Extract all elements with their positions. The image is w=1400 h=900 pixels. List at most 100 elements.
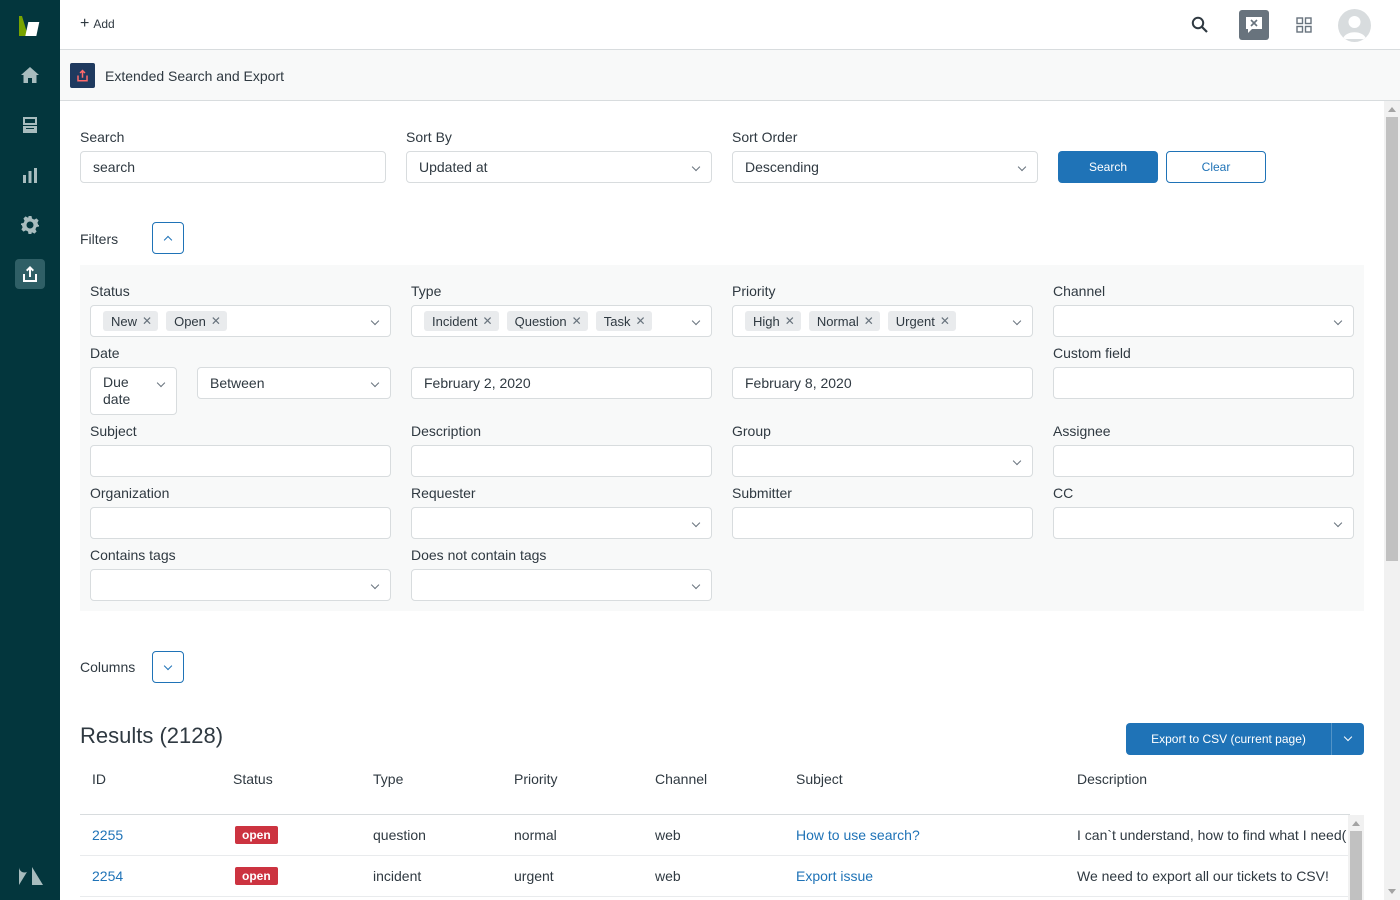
export-csv-button[interactable]: Export to CSV (current page): [1126, 723, 1332, 755]
column-header-priority[interactable]: Priority: [514, 771, 558, 787]
scroll-down-arrow-icon[interactable]: [1388, 889, 1396, 894]
user-avatar[interactable]: [1338, 9, 1371, 42]
submitter-input[interactable]: [732, 507, 1033, 539]
not-contains-tags-select[interactable]: [411, 569, 712, 601]
ticket-subject-link[interactable]: Export issue: [796, 868, 873, 884]
remove-tag-icon[interactable]: ✕: [211, 314, 221, 328]
type-tag[interactable]: Question ✕: [506, 311, 588, 331]
columns-expand-button[interactable]: [152, 651, 184, 683]
global-search-button[interactable]: [1185, 10, 1215, 40]
type-tag[interactable]: Task ✕: [595, 311, 652, 331]
type-multiselect[interactable]: Incident ✕ Question ✕ Task ✕: [411, 305, 712, 337]
app-title: Extended Search and Export: [105, 68, 285, 84]
channel-label: Channel: [1053, 283, 1106, 299]
table-scrollbar-thumb[interactable]: [1350, 831, 1362, 900]
search-input[interactable]: search: [80, 151, 386, 183]
ticket-subject-link[interactable]: How to use search?: [796, 827, 920, 843]
nav-admin[interactable]: [15, 210, 45, 240]
remove-tag-icon[interactable]: ✕: [785, 314, 795, 328]
contains-tags-select[interactable]: [90, 569, 391, 601]
column-header-type[interactable]: Type: [373, 771, 403, 787]
table-row[interactable]: 2255 open question normal web How to use…: [80, 815, 1350, 856]
remove-tag-icon[interactable]: ✕: [483, 314, 493, 328]
contains-tags-label: Contains tags: [90, 547, 176, 563]
products-button[interactable]: [1289, 10, 1319, 40]
conversations-button[interactable]: [1239, 10, 1269, 40]
group-select[interactable]: [732, 445, 1033, 477]
add-button[interactable]: + Add: [80, 15, 115, 32]
search-input-value: search: [93, 159, 136, 175]
date-to-input[interactable]: February 8, 2020: [732, 367, 1033, 399]
date-field-select[interactable]: Due date: [90, 367, 177, 415]
channel-select[interactable]: [1053, 305, 1354, 337]
search-icon: [1191, 16, 1208, 33]
requester-select[interactable]: [411, 507, 712, 539]
main-content: Search search Sort By Updated at Sort Or…: [60, 101, 1384, 900]
side-navigation: [0, 0, 60, 900]
priority-tag[interactable]: Normal ✕: [808, 311, 880, 331]
scroll-up-arrow-icon[interactable]: [1352, 821, 1360, 826]
assignee-input[interactable]: [1053, 445, 1354, 477]
export-split-button: Export to CSV (current page): [1126, 723, 1364, 755]
remove-tag-icon[interactable]: ✕: [635, 314, 645, 328]
remove-tag-icon[interactable]: ✕: [940, 314, 950, 328]
status-tag[interactable]: New ✕: [103, 311, 159, 331]
status-tag[interactable]: Open ✕: [166, 311, 227, 331]
search-button[interactable]: Search: [1058, 151, 1158, 183]
nav-extended-search-app[interactable]: [15, 259, 45, 289]
priority-tag-label: Urgent: [895, 313, 935, 329]
page-scrollbar-thumb[interactable]: [1386, 117, 1398, 561]
group-label: Group: [732, 423, 771, 439]
type-label: Type: [411, 283, 442, 299]
column-header-subject[interactable]: Subject: [796, 771, 843, 787]
remove-tag-icon[interactable]: ✕: [572, 314, 582, 328]
nav-views[interactable]: [15, 110, 45, 140]
column-header-description[interactable]: Description: [1077, 771, 1147, 787]
chevron-down-icon: [370, 580, 380, 590]
custom-field-input[interactable]: [1053, 367, 1354, 399]
cc-label: CC: [1053, 485, 1074, 501]
date-from-input[interactable]: February 2, 2020: [411, 367, 712, 399]
date-operator-select[interactable]: Between: [197, 367, 391, 399]
column-header-status[interactable]: Status: [233, 771, 273, 787]
remove-tag-icon[interactable]: ✕: [142, 314, 152, 328]
ticket-channel: web: [655, 827, 681, 843]
description-input[interactable]: [411, 445, 712, 477]
priority-tag[interactable]: Urgent ✕: [887, 311, 956, 331]
filters-collapse-button[interactable]: [152, 222, 184, 254]
product-logo-icon[interactable]: [16, 14, 44, 38]
ticket-id-link[interactable]: 2255: [92, 827, 123, 843]
filters-title: Filters: [80, 231, 119, 247]
table-scrollbar[interactable]: [1348, 815, 1364, 900]
export-options-button[interactable]: [1332, 723, 1364, 755]
clear-button[interactable]: Clear: [1166, 151, 1266, 183]
subject-input[interactable]: [90, 445, 391, 477]
filters-panel: Status New ✕ Open ✕ Type Incident ✕ Questio…: [80, 265, 1364, 611]
date-label: Date: [90, 345, 120, 361]
ticket-id-link[interactable]: 2254: [92, 868, 123, 884]
status-multiselect[interactable]: New ✕ Open ✕: [90, 305, 391, 337]
priority-tag-label: Normal: [816, 313, 859, 329]
ticket-priority: normal: [514, 827, 557, 843]
column-header-id[interactable]: ID: [92, 771, 106, 787]
priority-tag[interactable]: High ✕: [745, 311, 801, 331]
table-row[interactable]: 2254 open incident urgent web Export iss…: [80, 856, 1350, 897]
column-header-channel[interactable]: Channel: [655, 771, 707, 787]
nav-home[interactable]: [15, 60, 45, 90]
nav-reporting[interactable]: [15, 160, 45, 190]
date-to-value: February 8, 2020: [745, 375, 852, 391]
cc-select[interactable]: [1053, 507, 1354, 539]
page-scrollbar[interactable]: [1384, 101, 1400, 900]
remove-tag-icon[interactable]: ✕: [864, 314, 874, 328]
ticket-description: We need to export all our tickets to CSV…: [1077, 868, 1329, 884]
ticket-channel: web: [655, 868, 681, 884]
type-tag[interactable]: Incident ✕: [424, 311, 499, 331]
plus-icon: +: [80, 15, 90, 32]
organization-input[interactable]: [90, 507, 391, 539]
priority-multiselect[interactable]: High ✕ Normal ✕ Urgent ✕: [732, 305, 1033, 337]
scroll-up-arrow-icon[interactable]: [1388, 107, 1396, 112]
sort-by-select[interactable]: Updated at: [406, 151, 712, 183]
sort-order-select[interactable]: Descending: [732, 151, 1038, 183]
sort-by-value: Updated at: [419, 159, 488, 175]
date-from-value: February 2, 2020: [424, 375, 531, 391]
